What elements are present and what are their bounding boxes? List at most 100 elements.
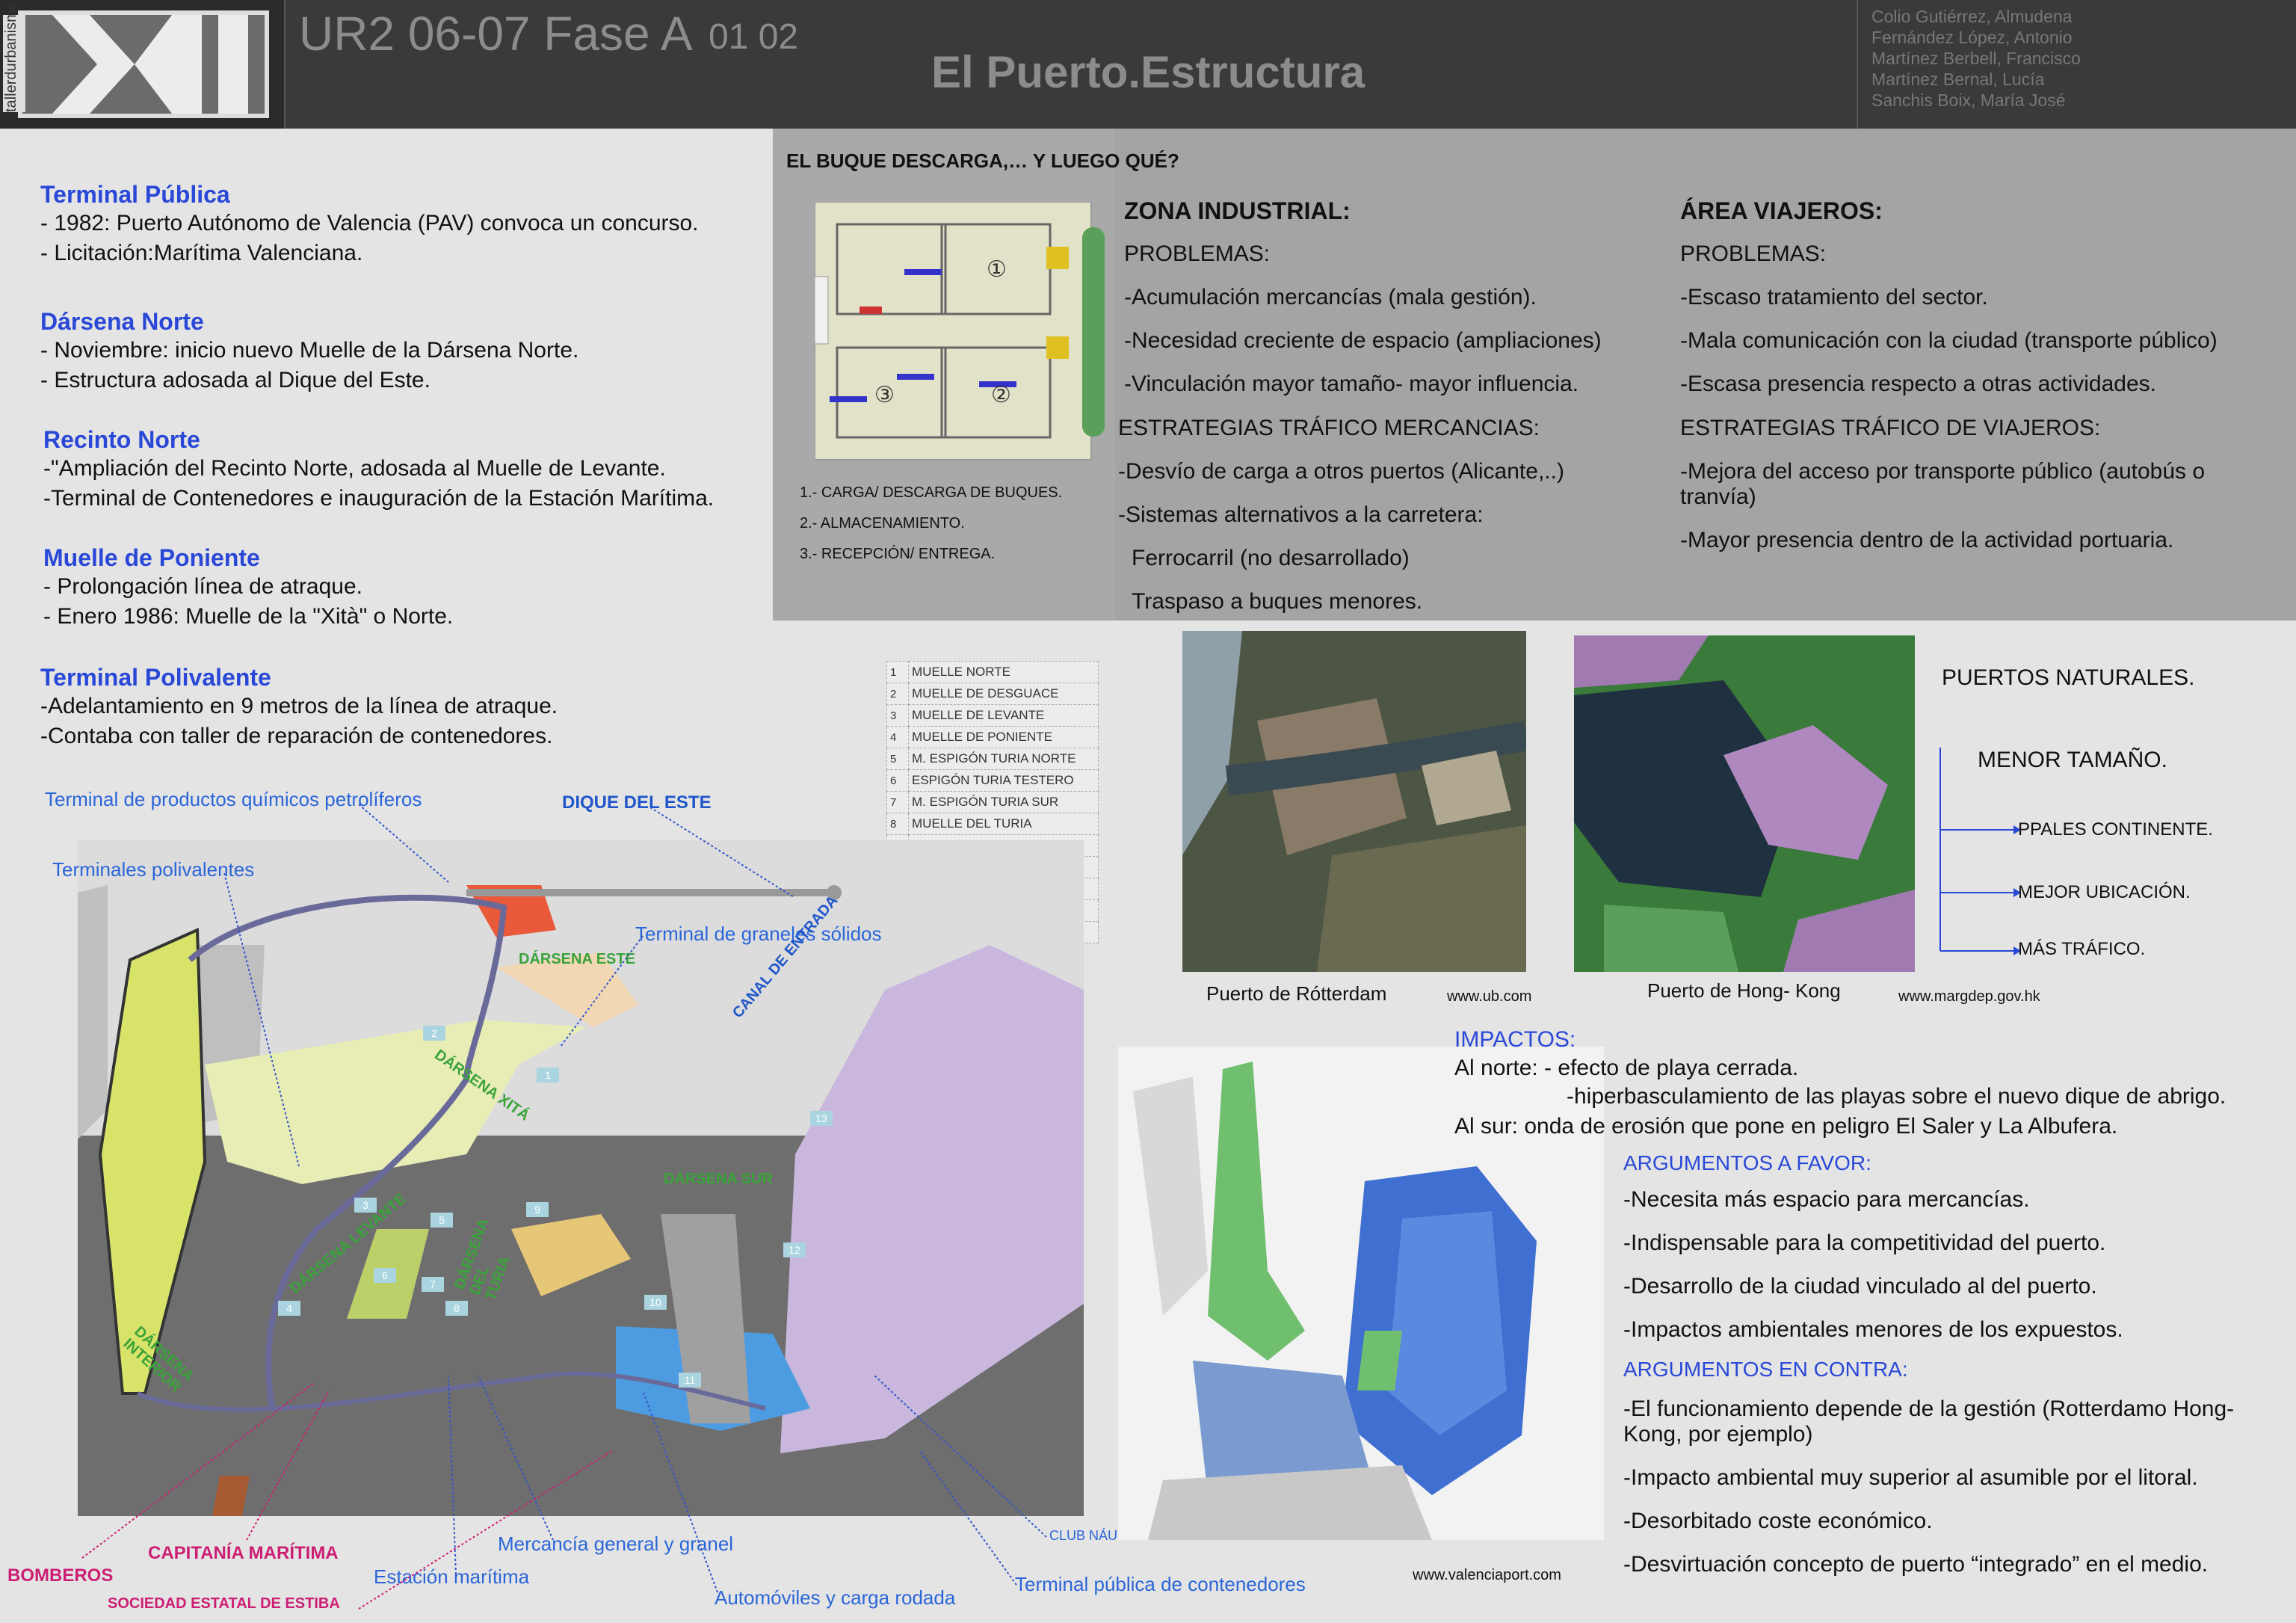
impactos-title: IMPACTOS: (1454, 1027, 1576, 1052)
legend-item: 2.- ALMACENAMIENTO. (800, 515, 965, 532)
contra-item: -El funcionamiento depende de la gestión… (1623, 1396, 2235, 1421)
viajeros-column: ÁREA VIAJEROS: PROBLEMAS: -Escaso tratam… (1680, 197, 2218, 397)
author: Martínez Bernal, Lucía (1871, 70, 2045, 89)
impacto-line: Al norte: - efecto de playa cerrada. (1454, 1056, 1799, 1080)
rotterdam-url: www.ub.com (1447, 988, 1532, 1005)
diagram-number: ② (991, 382, 1011, 408)
viajeros-problems-label: PROBLEMAS: (1680, 241, 1827, 266)
viajeros-strategy: tranvía) (1680, 484, 1756, 509)
author: Martínez Berbell, Francisco (1871, 49, 2081, 68)
viajeros-title: ÁREA VIAJEROS: (1680, 197, 1883, 224)
viajeros-problem: -Mala comunicación con la ciudad (transp… (1680, 328, 2218, 353)
viajeros-strategies-label: ESTRATEGIAS TRÁFICO DE VIAJEROS: (1680, 416, 2101, 440)
logo-mark-icon (22, 15, 265, 114)
rotterdam-photo (1182, 631, 1529, 972)
hongkong-url: www.margdep.gov.hk (1898, 988, 2040, 1005)
impacto-line: Al sur: onda de erosión que pone en peli… (1454, 1114, 2118, 1139)
contra-item: -Impacto ambiental muy superior al asumi… (1623, 1465, 2198, 1490)
contra-item: Kong, por ejemplo) (1623, 1422, 1813, 1447)
history-line: -Terminal de Contenedores e inauguración… (43, 486, 715, 511)
buque-heading: EL BUQUE DESCARGA,… Y LUEGO QUÉ? (786, 150, 1179, 172)
history-title: Terminal Polivalente (40, 664, 271, 691)
rotterdam-caption: Puerto de Rótterdam (1206, 982, 1387, 1005)
history-title: Recinto Norte (43, 426, 200, 453)
industrial-problem: -Necesidad creciente de espacio (ampliac… (1124, 328, 1602, 353)
industrial-strategies: ESTRATEGIAS TRÁFICO MERCANCIAS: -Desvío … (1118, 416, 1564, 615)
muelle-row: 2 MUELLE DE DESGUACE (886, 683, 1099, 705)
history-terminal-polivalente: Terminal Polivalente -Adelantamiento en … (40, 664, 558, 751)
industrial-column: ZONA INDUSTRIAL: PROBLEMAS: -Acumulación… (1124, 197, 1602, 397)
favor-item: -Impactos ambientales menores de los exp… (1623, 1317, 2123, 1342)
history-line: - Prolongación línea de atraque. (43, 574, 362, 599)
industrial-strategy: -Desvío de carga a otros puertos (Alican… (1118, 459, 1564, 484)
contra-title: ARGUMENTOS EN CONTRA: (1623, 1358, 1908, 1381)
diagram-number: ① (987, 256, 1007, 283)
favor-list: ARGUMENTOS A FAVOR: -Necesita más espaci… (1623, 1151, 2234, 1577)
muelle-row: 5 M. ESPIGÓN TURIA NORTE (886, 748, 1099, 770)
buque-legend: 1.- CARGA/ DESCARGA DE BUQUES. 2.- ALMAC… (800, 484, 1062, 563)
muelle-name: MUELLE NORTE (908, 661, 1099, 683)
muelle-row: 1 MUELLE NORTE (886, 661, 1099, 683)
viajeros-strategies: ESTRATEGIAS TRÁFICO DE VIAJEROS: -Mejora… (1680, 416, 2205, 553)
favor-item: -Necesita más espacio para mercancías. (1623, 1187, 2030, 1212)
history-line: - Licitación:Marítima Valenciana. (40, 241, 363, 265)
history-title: Dársena Norte (40, 308, 204, 335)
viajeros-problem: -Escasa presencia respecto a otras activ… (1680, 372, 2156, 396)
history-muelle-poniente: Muelle de Poniente - Prolongación línea … (43, 544, 453, 632)
authors-box: Colio Gutiérrez, Almudena Fernández Lópe… (1857, 0, 2296, 129)
history-line: - 1982: Puerto Autónomo de Valencia (PAV… (40, 211, 699, 235)
favor-item: -Desarrollo de la ciudad vinculado al de… (1623, 1274, 2097, 1299)
impacto-line: -hiperbasculamiento de las playas sobre … (1567, 1084, 2226, 1109)
hongkong-photo (1574, 635, 1915, 972)
muelle-number: 2 (886, 683, 909, 705)
industrial-title: ZONA INDUSTRIAL: (1124, 197, 1351, 224)
author: Colio Gutiérrez, Almudena (1871, 7, 2073, 26)
history-recinto-norte: Recinto Norte -"Ampliación del Recinto N… (43, 426, 714, 514)
muelle-name: M. ESPIGÓN TURIA NORTE (908, 748, 1099, 770)
author: Fernández López, Antonio (1871, 28, 2073, 47)
history-title: Muelle de Poniente (43, 544, 260, 571)
puertos-naturales: PUERTOS NATURALES. (1942, 665, 2195, 690)
favor-item: -Indispensable para la competitividad de… (1623, 1231, 2106, 1255)
port-feature: PPALES CONTINENTE. (2018, 819, 2213, 840)
history-line: - Noviembre: inicio nuevo Muelle de la D… (40, 338, 579, 363)
muelle-number: 1 (886, 661, 909, 683)
ship-icon (1082, 227, 1105, 437)
history-line: -Contaba con taller de reparación de con… (40, 724, 553, 748)
author: Sanchis Boix, María José (1871, 90, 2066, 110)
logo-text: tallerdurbanisme (3, 1, 25, 112)
history-line: - Estructura adosada al Dique del Este. (40, 368, 430, 392)
viajeros-strategy: -Mejora del acceso por transporte públic… (1680, 459, 2206, 484)
viajeros-problem: -Escaso tratamiento del sector. (1680, 285, 1988, 309)
history-darsena-norte: Dársena Norte - Noviembre: inicio nuevo … (40, 308, 578, 395)
history-line: - Enero 1986: Muelle de la "Xità" o Nort… (43, 604, 454, 629)
muelle-name: MUELLE DE LEVANTE (908, 704, 1099, 727)
port-feature: MEJOR UBICACIÓN. (2018, 882, 2191, 902)
muelle-number: 3 (886, 704, 909, 727)
muelle-number: 4 (886, 726, 909, 748)
muelle-row: 3 MUELLE DE LEVANTE (886, 704, 1099, 727)
contra-item: -Desvirtuación concepto de puerto “integ… (1623, 1552, 2209, 1577)
history-line: -Adelantamiento en 9 metros de la línea … (40, 694, 558, 718)
industrial-strategy: Traspaso a buques menores. (1132, 589, 1423, 614)
muelle-name: MUELLE DE DESGUACE (908, 683, 1099, 705)
logo-box: tallerdurbanisme (0, 0, 286, 129)
logo (18, 10, 269, 118)
legend-item: 3.- RECEPCIÓN/ ENTREGA. (800, 546, 996, 562)
history-terminal-publica: Terminal Pública - 1982: Puerto Autónomo… (40, 181, 699, 268)
favor-title: ARGUMENTOS A FAVOR: (1623, 1151, 1871, 1174)
sheet-title: El Puerto.Estructura (931, 47, 1365, 97)
port-feature: MÁS TRÁFICO. (2018, 939, 2146, 959)
industrial-problems-label: PROBLEMAS: (1124, 241, 1271, 266)
industrial-problem: -Acumulación mercancías (mala gestión). (1124, 285, 1537, 309)
project-code: UR2 06-07 Fase A (299, 7, 693, 61)
muelle-row: 4 MUELLE DE PONIENTE (886, 726, 1099, 748)
industrial-strategy: -Sistemas alternativos a la carretera: (1118, 502, 1484, 527)
contra-item: -Desorbitado coste económico. (1623, 1509, 1933, 1533)
history-title: Terminal Pública (40, 181, 230, 208)
muelle-number: 5 (886, 748, 909, 770)
legend-item: 1.- CARGA/ DESCARGA DE BUQUES. (800, 484, 1063, 501)
diagram-number: ③ (874, 382, 895, 408)
industrial-strategy: Ferrocarril (no desarrollado) (1132, 546, 1410, 570)
muelle-name: MUELLE DE PONIENTE (908, 726, 1099, 748)
